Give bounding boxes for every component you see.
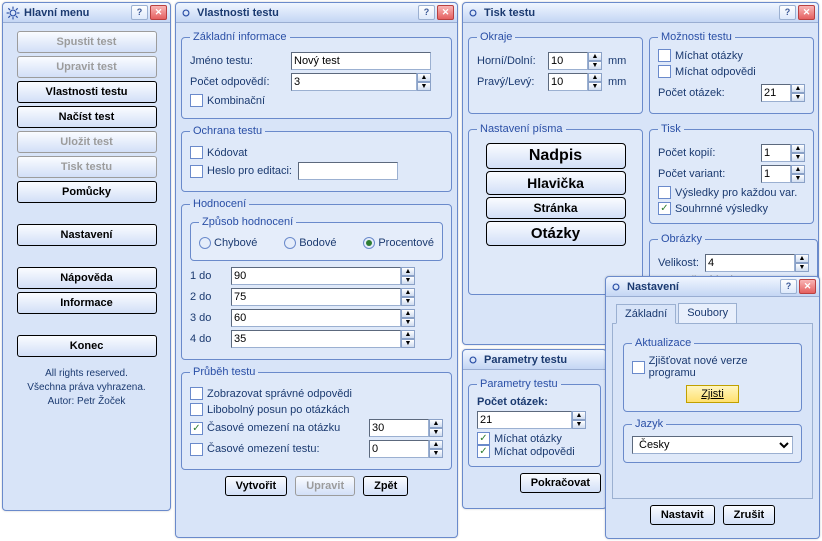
shuffle-a-checkbox[interactable]: Míchat odpovědi	[658, 65, 756, 78]
print-title: Tisk testu	[484, 7, 777, 19]
grade1-spinner[interactable]: ▲▼	[231, 267, 415, 285]
print-group: Tisk Počet kopií:▲▼ Počet variant:▲▼ Výs…	[649, 123, 814, 224]
grade3-spinner[interactable]: ▲▼	[231, 309, 415, 327]
auto-update-checkbox[interactable]: Zjišťovat nové verze programu	[632, 355, 793, 379]
shuffle-q-checkbox[interactable]: Míchat otázky	[658, 49, 743, 62]
test-props-button[interactable]: Vlastnosti testu	[17, 81, 157, 103]
time-t-spinner[interactable]: ▲▼	[369, 440, 443, 458]
font-heading-button[interactable]: Nadpis	[486, 143, 626, 169]
font-header-button[interactable]: Hlavička	[486, 171, 626, 195]
params-group: Parametry testu Počet otázek: ▲▼ ✓Míchat…	[468, 378, 601, 467]
time-q-spinner[interactable]: ▲▼	[369, 419, 443, 437]
back-button[interactable]: Zpět	[363, 476, 408, 496]
test-props-title: Vlastnosti testu	[197, 7, 416, 19]
settings-titlebar[interactable]: Nastavení ? ✕	[606, 277, 819, 297]
time-question-checkbox[interactable]: ✓Časové omezení na otázku	[190, 422, 340, 435]
tab-files[interactable]: Soubory	[678, 303, 737, 323]
main-menu-window: Hlavní menu ? ✕ Spustit test Upravit tes…	[2, 2, 171, 511]
test-props-titlebar[interactable]: Vlastnosti testu ? ✕	[176, 3, 457, 23]
gear-icon	[466, 6, 480, 20]
fonts-group: Nastavení písma Nadpis Hlavička Stránka …	[468, 123, 643, 295]
updates-group: Aktualizace Zjišťovat nové verze program…	[623, 337, 802, 412]
font-page-button[interactable]: Stránka	[486, 197, 626, 219]
test-name-input[interactable]	[291, 52, 431, 70]
grading-group: Hodnocení Způsob hodnocení Chybové Bodov…	[181, 198, 452, 360]
password-checkbox[interactable]: Heslo pro editaci:	[190, 165, 292, 178]
copies-spinner[interactable]: ▲▼	[761, 144, 805, 162]
grade4-spinner[interactable]: ▲▼	[231, 330, 415, 348]
settings-title: Nastavení	[627, 281, 778, 293]
close-icon[interactable]: ✕	[798, 5, 815, 20]
grade2-spinner[interactable]: ▲▼	[231, 288, 415, 306]
settings-button[interactable]: Nastavení	[17, 224, 157, 246]
close-icon[interactable]: ✕	[799, 279, 816, 294]
param-shuffle-a-checkbox[interactable]: ✓Míchat odpovědi	[477, 445, 575, 458]
params-window: Parametry testu Parametry testu Počet ot…	[462, 349, 607, 509]
footer-text: All rights reserved. Všechna práva vyhra…	[8, 367, 165, 409]
print-test-button: Tisk testu	[17, 156, 157, 178]
close-icon[interactable]: ✕	[437, 5, 454, 20]
combinational-checkbox[interactable]: Kombinační	[190, 94, 265, 107]
qcount-spinner[interactable]: ▲▼	[761, 84, 805, 102]
encode-checkbox[interactable]: Kódovat	[190, 146, 247, 159]
main-menu-title: Hlavní menu	[24, 7, 129, 19]
help-icon[interactable]: ?	[418, 5, 435, 20]
gear-icon	[466, 353, 480, 367]
gear-icon	[179, 6, 193, 20]
lang-group: Jazyk Česky	[623, 418, 802, 463]
margin-tb-spinner[interactable]: ▲▼	[548, 52, 602, 70]
help-icon[interactable]: ?	[131, 5, 148, 20]
close-icon[interactable]: ✕	[150, 5, 167, 20]
font-questions-button[interactable]: Otázky	[486, 221, 626, 246]
continue-button[interactable]: Pokračovat	[520, 473, 601, 493]
each-results-checkbox[interactable]: Výsledky pro každou var.	[658, 186, 797, 199]
gear-icon	[609, 280, 623, 294]
options-group: Možnosti testu Míchat otázky Míchat odpo…	[649, 31, 814, 114]
param-count-spinner[interactable]: ▲▼	[477, 411, 586, 429]
time-test-checkbox[interactable]: Časové omezení testu:	[190, 443, 320, 456]
save-test-button: Uložit test	[17, 131, 157, 153]
settings-window: Nastavení ? ✕ Základní Soubory Aktualiza…	[605, 276, 820, 539]
test-properties-window: Vlastnosti testu ? ✕ Základní informace …	[175, 2, 458, 538]
language-select[interactable]: Česky	[632, 436, 793, 454]
summary-results-checkbox[interactable]: ✓Souhrnné výsledky	[658, 202, 768, 215]
run-test-button: Spustit test	[17, 31, 157, 53]
method-group: Způsob hodnocení Chybové Bodové Procento…	[190, 216, 443, 261]
help-icon[interactable]: ?	[779, 5, 796, 20]
method-point-radio[interactable]: Bodové	[284, 237, 336, 249]
print-titlebar[interactable]: Tisk testu ? ✕	[463, 3, 818, 23]
help-icon[interactable]: ?	[780, 279, 797, 294]
check-update-button[interactable]: Zjisti	[686, 385, 739, 403]
method-error-radio[interactable]: Chybové	[199, 237, 257, 249]
param-shuffle-q-checkbox[interactable]: ✓Míchat otázky	[477, 432, 562, 445]
cancel-button[interactable]: Zrušit	[723, 505, 776, 525]
help-button[interactable]: Nápověda	[17, 267, 157, 289]
method-percent-radio[interactable]: Procentové	[363, 237, 434, 249]
protect-group: Ochrana testu Kódovat Heslo pro editaci:	[181, 125, 452, 192]
progress-group: Průběh testu Zobrazovat správné odpovědi…	[181, 366, 452, 470]
password-input[interactable]	[298, 162, 398, 180]
show-correct-checkbox[interactable]: Zobrazovat správné odpovědi	[190, 387, 352, 400]
tools-button[interactable]: Pomůcky	[17, 181, 157, 203]
margins-group: Okraje Horní/Dolní:▲▼mm Pravý/Levý:▲▼mm	[468, 31, 643, 114]
params-titlebar[interactable]: Parametry testu	[463, 350, 606, 370]
tab-basic[interactable]: Základní	[616, 304, 676, 324]
exit-button[interactable]: Konec	[17, 335, 157, 357]
gear-icon	[6, 6, 20, 20]
set-button[interactable]: Nastavit	[650, 505, 715, 525]
margin-lr-spinner[interactable]: ▲▼	[548, 73, 602, 91]
random-shift-checkbox[interactable]: Libobolný posun po otázkách	[190, 403, 350, 416]
info-button[interactable]: Informace	[17, 292, 157, 314]
load-test-button[interactable]: Načíst test	[17, 106, 157, 128]
settings-tabs: Základní Soubory	[612, 303, 813, 324]
answer-count-spinner[interactable]: ▲▼	[291, 73, 431, 91]
main-menu-titlebar[interactable]: Hlavní menu ? ✕	[3, 3, 170, 23]
edit-button: Upravit	[295, 476, 355, 496]
create-button[interactable]: Vytvořit	[225, 476, 288, 496]
size-spinner[interactable]: ▲▼	[705, 254, 809, 272]
basic-info-group: Základní informace Jméno testu: Počet od…	[181, 31, 452, 119]
variants-spinner[interactable]: ▲▼	[761, 165, 805, 183]
params-title: Parametry testu	[484, 354, 603, 366]
edit-test-button: Upravit test	[17, 56, 157, 78]
